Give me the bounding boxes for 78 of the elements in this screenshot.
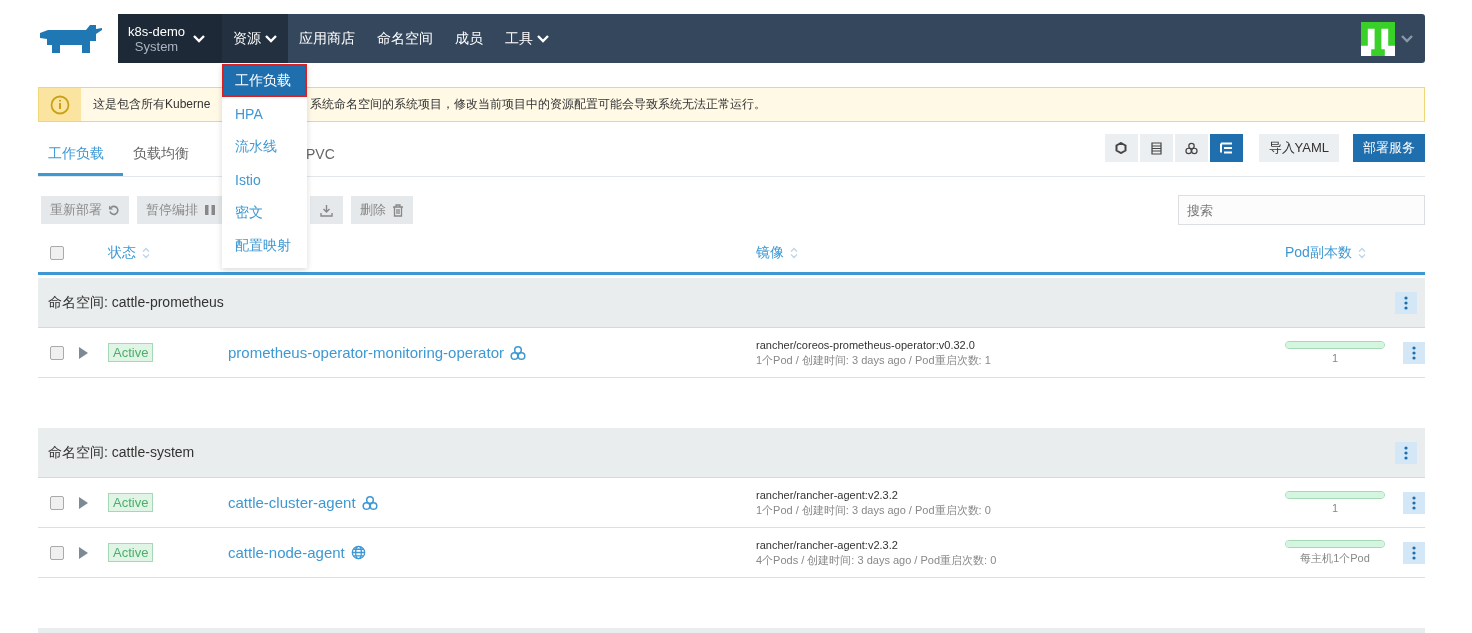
cluster-icon: [1184, 141, 1198, 155]
image-name: rancher/coreos-prometheus-operator:v0.32.0: [756, 337, 976, 353]
workload-details: 4个Pods / 创建时间: 3 days ago / Pod重启次数: 0: [756, 552, 998, 568]
expand-icon[interactable]: [79, 496, 88, 509]
more-icon: [1404, 445, 1408, 460]
nav-item[interactable]: 成员: [444, 14, 494, 63]
nav-item[interactable]: 命名空间: [366, 14, 444, 63]
more-button[interactable]: [1403, 541, 1425, 564]
avatar-icon[interactable]: [1361, 21, 1395, 56]
scale-label: 1: [1331, 502, 1339, 514]
row-checkbox[interactable]: [50, 495, 64, 510]
list-icon: [1150, 141, 1162, 155]
workload-details: 1个Pod / 创建时间: 3 days ago / Pod重启次数: 1: [756, 352, 992, 368]
pause-icon: [204, 204, 216, 216]
nav-item[interactable]: 应用商店: [288, 14, 366, 63]
info-icon: [50, 94, 70, 115]
more-icon: [1412, 495, 1416, 510]
more-icon: [1404, 295, 1408, 310]
status-badge: Active: [108, 343, 154, 362]
cluster-icon: [361, 494, 378, 511]
search-field[interactable]: 搜索: [1178, 195, 1425, 225]
menu-item[interactable]: HPA: [222, 97, 307, 130]
namespace-label: 命名空间: cattle-system: [48, 443, 195, 462]
row-checkbox[interactable]: [50, 345, 64, 360]
project-switcher[interactable]: k8s-demo System: [118, 14, 222, 63]
globe-icon: [350, 545, 366, 560]
more-button[interactable]: [1395, 291, 1417, 314]
row-checkbox[interactable]: [50, 545, 64, 560]
menu-item[interactable]: 工作负载: [222, 64, 307, 97]
import-button[interactable]: 导入YAML: [1258, 134, 1339, 162]
view-toggle-button[interactable]: [1174, 134, 1208, 162]
more-button[interactable]: [1403, 491, 1425, 514]
workload-link[interactable]: prometheus-operator-monitoring-operator: [228, 344, 504, 361]
action-button[interactable]: 删除: [351, 196, 413, 224]
expand-icon[interactable]: [79, 546, 88, 559]
warning-text: 这是包含所有Kuberne: [93, 96, 212, 113]
sort-icon: [1357, 247, 1366, 259]
status-badge: Active: [108, 543, 154, 562]
workload-link[interactable]: cattle-cluster-agent: [228, 494, 356, 511]
sort-icon: [142, 247, 150, 259]
more-button[interactable]: [1395, 441, 1417, 464]
warning-text: 系统命名空间的系统项目，修改当前项目中的资源配置可能会导致系统无法正常运行。: [310, 96, 766, 113]
tree-list-icon: [1219, 142, 1233, 154]
image-name: rancher/rancher-agent:v2.3.2: [756, 537, 899, 553]
nav-item[interactable]: 工具: [494, 14, 560, 63]
select-all-checkbox[interactable]: [50, 246, 64, 260]
tab[interactable]: 工作负载: [38, 134, 123, 176]
column-header[interactable]: 镜像: [756, 244, 1285, 262]
hexagon-icon: [1115, 142, 1128, 154]
chevron-down-icon: [1401, 34, 1413, 43]
cluster-icon: [510, 344, 526, 361]
expand-icon[interactable]: [79, 346, 88, 359]
more-icon: [1412, 345, 1416, 360]
sort-icon: [790, 247, 798, 259]
deploy-button[interactable]: 部署服务: [1353, 134, 1425, 162]
chevron-down-icon: [193, 34, 206, 43]
menu-item[interactable]: 密文: [222, 196, 307, 229]
column-header[interactable]: Pod副本数: [1285, 244, 1395, 262]
action-button[interactable]: 暂停编排: [137, 196, 225, 224]
status-badge: Active: [108, 493, 154, 512]
image-name: rancher/rancher-agent:v2.3.2: [756, 487, 899, 503]
workload-details: 1个Pod / 创建时间: 3 days ago / Pod重启次数: 0: [756, 502, 992, 518]
scale-label: 1: [1331, 352, 1339, 364]
trash-icon: [392, 203, 404, 217]
undo-icon: [108, 204, 120, 216]
action-button[interactable]: 重新部署: [41, 196, 129, 224]
logo-icon[interactable]: [38, 24, 104, 53]
workload-link[interactable]: cattle-node-agent: [228, 544, 345, 561]
view-toggle-button[interactable]: [1139, 134, 1173, 162]
namespace-label: 命名空间: cattle-prometheus: [48, 293, 224, 312]
scale-label: 每主机1个Pod: [1300, 550, 1370, 566]
download-icon: [320, 203, 333, 217]
more-icon: [1412, 545, 1416, 560]
nav-item[interactable]: 资源: [222, 14, 288, 63]
tab[interactable]: 负载均衡: [123, 134, 208, 176]
view-toggle-button[interactable]: [1209, 134, 1243, 162]
more-button[interactable]: [1403, 341, 1425, 364]
view-toggle-button[interactable]: [1104, 134, 1138, 162]
